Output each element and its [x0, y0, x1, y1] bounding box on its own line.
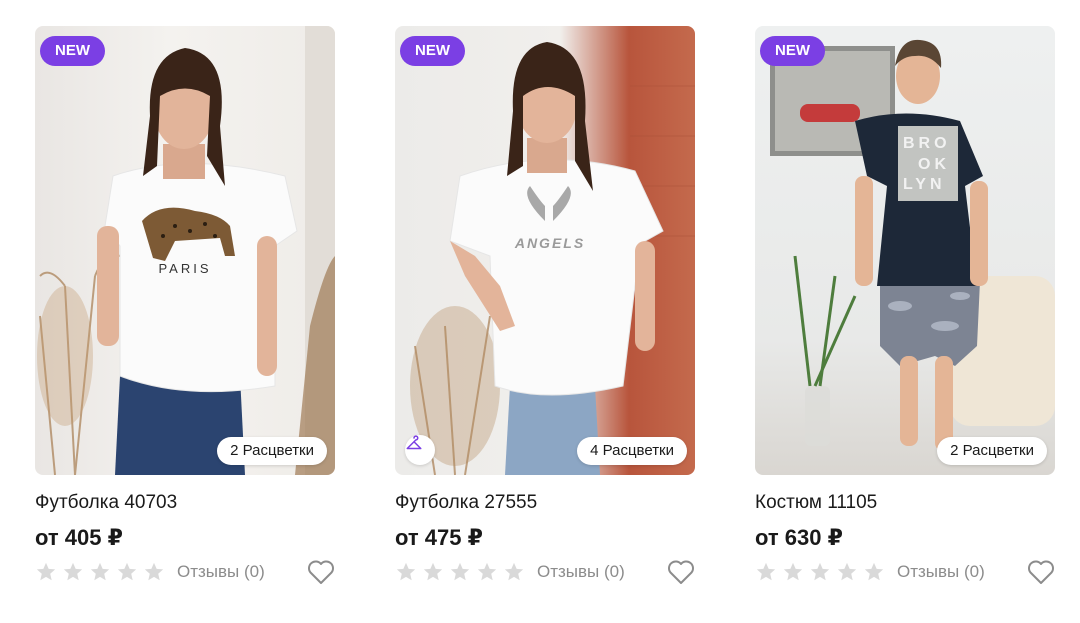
- rating-stars: [395, 561, 525, 583]
- colors-count-button[interactable]: 2 Расцветки: [937, 437, 1047, 465]
- product-price: от 475 ₽: [395, 525, 483, 550]
- reviews-link[interactable]: Отзывы (0): [537, 562, 625, 582]
- hanger-badge[interactable]: [405, 435, 435, 465]
- star-icon: [756, 562, 776, 581]
- product-title[interactable]: Костюм 11105: [755, 492, 1055, 514]
- star-icon: [783, 562, 803, 581]
- product-grid: PARIS NEW 2 Расцветки Футболка 40703 от …: [0, 0, 1080, 623]
- shirt-print-text: LYN: [903, 176, 946, 193]
- star-icon: [864, 562, 884, 581]
- shirt-print-text: BRO: [903, 135, 951, 152]
- heart-icon[interactable]: [667, 559, 695, 585]
- heart-icon[interactable]: [1027, 559, 1055, 585]
- reviews-link[interactable]: Отзывы (0): [177, 562, 265, 582]
- product-title[interactable]: Футболка 40703: [35, 492, 335, 514]
- star-icon: [810, 562, 830, 581]
- rating-stars: [35, 561, 165, 583]
- product-photo[interactable]: ANGELS NEW 4 Расцветки: [395, 26, 695, 475]
- star-icon: [117, 562, 137, 581]
- star-icon: [63, 562, 83, 581]
- star-icon: [477, 562, 497, 581]
- product-image-illustration: BRO OK LYN: [770, 39, 1055, 451]
- product-photo[interactable]: PARIS NEW 2 Расцветки: [35, 26, 335, 475]
- star-icon: [450, 562, 470, 581]
- shirt-print-text: OK: [918, 156, 950, 173]
- shirt-print-text: ANGELS: [514, 235, 585, 251]
- product-card[interactable]: ANGELS NEW 4 Расцветки Футболка 27555 от…: [395, 26, 695, 586]
- colors-count-button[interactable]: 4 Расцветки: [577, 437, 687, 465]
- product-price: от 630 ₽: [755, 525, 843, 550]
- reviews-link[interactable]: Отзывы (0): [897, 562, 985, 582]
- star-icon: [144, 562, 164, 581]
- product-image-illustration: ANGELS: [410, 42, 695, 475]
- rating-stars: [755, 561, 885, 583]
- star-icon: [837, 562, 857, 581]
- product-card[interactable]: PARIS NEW 2 Расцветки Футболка 40703 от …: [35, 26, 335, 586]
- new-badge: NEW: [400, 36, 465, 66]
- product-title[interactable]: Футболка 27555: [395, 492, 695, 514]
- rating-row: Отзывы (0): [755, 558, 1055, 586]
- shirt-print-text: PARIS: [158, 261, 211, 276]
- star-icon: [90, 562, 110, 581]
- product-photo[interactable]: BRO OK LYN NEW 2 Расцветки: [755, 26, 1055, 475]
- rating-row: Отзывы (0): [35, 558, 335, 586]
- product-price: от 405 ₽: [35, 525, 123, 550]
- colors-count-button[interactable]: 2 Расцветки: [217, 437, 327, 465]
- hanger-icon: [406, 435, 422, 450]
- heart-icon[interactable]: [307, 559, 335, 585]
- star-icon: [36, 562, 56, 581]
- rating-row: Отзывы (0): [395, 558, 695, 586]
- product-card[interactable]: BRO OK LYN NEW 2 Расцветки Костюм 11105 …: [755, 26, 1055, 586]
- new-badge: NEW: [40, 36, 105, 66]
- star-icon: [504, 562, 524, 581]
- star-icon: [423, 562, 443, 581]
- product-image-illustration: PARIS: [37, 26, 335, 475]
- star-icon: [396, 562, 416, 581]
- new-badge: NEW: [760, 36, 825, 66]
